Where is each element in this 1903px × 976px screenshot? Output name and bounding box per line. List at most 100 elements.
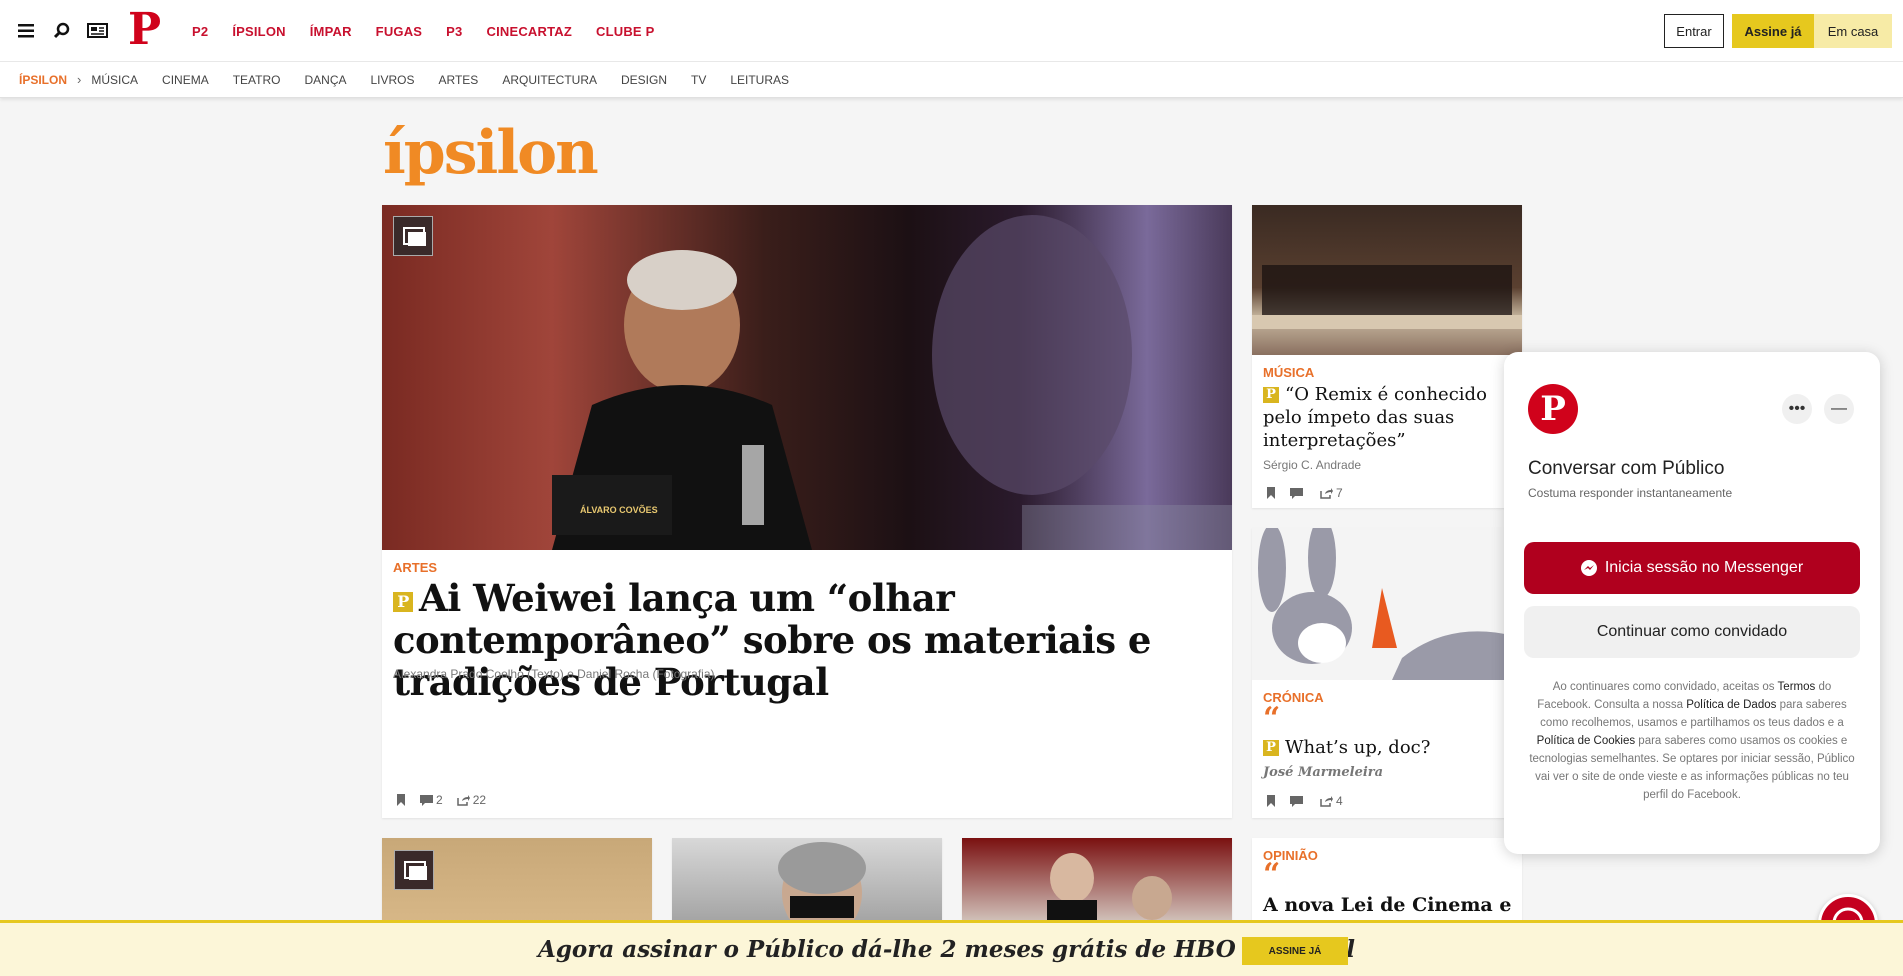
section-leituras[interactable]: LEITURAS (730, 73, 789, 87)
side-article-headline[interactable]: P What’s up, doc? (1263, 736, 1513, 759)
bottom-article-card[interactable] (672, 838, 942, 928)
section-arquitectura[interactable]: ARQUITECTURA (502, 73, 597, 87)
messenger-icon (1580, 560, 1597, 576)
orchestra-image[interactable] (1252, 205, 1522, 355)
shares[interactable]: 22 (456, 793, 487, 807)
image-caption: ÁLVARO COVÕES (580, 505, 658, 515)
section-musica[interactable]: MÚSICA (91, 73, 138, 87)
section-design[interactable]: DESIGN (621, 73, 667, 87)
ipsilon-logo[interactable]: ípsilon (383, 118, 599, 188)
share-icon (456, 795, 470, 806)
guest-continue-button[interactable]: Continuar como convidado (1524, 606, 1860, 658)
share-icon (1320, 796, 1333, 807)
premium-badge: P (393, 591, 413, 612)
main-article-image[interactable]: ÁLVARO COVÕES (382, 205, 1232, 550)
promo-text: Agora assinar o Público dá-lhe 2 meses g… (538, 936, 1355, 963)
bookmark-icon[interactable] (396, 794, 406, 806)
side-article-card[interactable]: OPINIÃO “ A nova Lei de Cinema e o (1252, 838, 1522, 939)
messenger-chat-panel: P ••• — Conversar com Público Costuma re… (1504, 352, 1880, 854)
comments[interactable] (1290, 487, 1306, 499)
nav-ipsilon[interactable]: ÍPSILON (232, 24, 285, 39)
side-article-title[interactable]: What’s up, doc? (1285, 737, 1430, 758)
section-nav: ÍPSILON › MÚSICA CINEMA TEATRO DANÇA LIV… (0, 62, 1903, 98)
nav-p2[interactable]: P2 (192, 24, 208, 39)
comments[interactable]: 2 (420, 793, 443, 807)
nav-impar[interactable]: ÍMPAR (310, 24, 352, 39)
chat-subtitle: Costuma responder instantaneamente (1528, 486, 1733, 500)
portrait-photo (778, 842, 866, 928)
chevron-right-icon: › (77, 72, 82, 87)
chat-legal-text: Ao continuares como convidado, aceitas o… (1528, 678, 1856, 804)
comment-icon (420, 794, 433, 806)
publico-logo[interactable]: P (128, 4, 161, 56)
nav-clube-p[interactable]: CLUBE P (596, 24, 654, 39)
search-icon[interactable] (53, 22, 70, 39)
article-category[interactable]: MÚSICA (1263, 365, 1314, 380)
menu-icon[interactable] (18, 24, 34, 38)
publico-chat-avatar: P (1528, 384, 1578, 434)
premium-badge: P (1263, 740, 1279, 756)
nav-p3[interactable]: P3 (446, 24, 462, 39)
bugs-bunny-illustration (1258, 528, 1522, 680)
messenger-login-button[interactable]: Inicia sessão no Messenger (1524, 542, 1860, 594)
article-actions: 4 (1266, 794, 1343, 808)
gallery-icon (393, 216, 433, 256)
breadcrumb-ipsilon[interactable]: ÍPSILON (19, 73, 67, 87)
data-policy-link[interactable]: Política de Dados (1686, 699, 1776, 711)
share-count: 22 (472, 793, 487, 807)
subscribe-button[interactable]: Assine já (1732, 14, 1814, 48)
em-casa-button[interactable]: Em casa (1814, 14, 1892, 48)
side-article-card[interactable]: CRÓNICA “ P What’s up, doc? José Marmelei… (1252, 528, 1522, 818)
nav-fugas[interactable]: FUGAS (376, 24, 423, 39)
section-teatro[interactable]: TEATRO (233, 73, 281, 87)
comment-icon (1290, 487, 1303, 499)
more-options-icon[interactable]: ••• (1782, 394, 1812, 424)
quote-icon: “ (1263, 701, 1281, 736)
article-author[interactable]: Sérgio C. Andrade (1263, 458, 1361, 472)
quote-icon: “ (1263, 857, 1281, 892)
article-author[interactable]: Alexandra Prado Coelho (Texto) e Daniel … (393, 667, 715, 681)
terms-link[interactable]: Termos (1778, 681, 1816, 693)
bottom-article-card[interactable] (382, 838, 652, 928)
bookmark-icon[interactable] (1266, 487, 1276, 499)
comment-count: 2 (436, 793, 443, 807)
side-article-title[interactable]: “O Remix é conhecido pelo ímpeto das sua… (1263, 384, 1487, 451)
main-article-card[interactable]: ÁLVARO COVÕES ARTES P Ai Weiwei lança um … (382, 205, 1232, 818)
cartoon-image[interactable] (1252, 528, 1522, 680)
section-artes[interactable]: ARTES (439, 73, 479, 87)
orchestra-photo (1252, 265, 1522, 329)
comments[interactable] (1290, 795, 1306, 807)
section-danca[interactable]: DANÇA (304, 73, 346, 87)
section-cinema[interactable]: CINEMA (162, 73, 209, 87)
top-nav: P2 ÍPSILON ÍMPAR FUGAS P3 CINECARTAZ CLU… (192, 0, 654, 62)
nav-cinecartaz[interactable]: CINECARTAZ (486, 24, 572, 39)
comment-icon (1290, 795, 1303, 807)
main-article-title[interactable]: Ai Weiwei lança um “olhar contemporâneo”… (393, 576, 1151, 704)
article-category[interactable]: ARTES (393, 560, 437, 575)
ceremony-photo (1047, 853, 1172, 928)
newspaper-icon[interactable] (87, 23, 108, 38)
bottom-article-card[interactable] (962, 838, 1232, 928)
article-actions: 7 (1266, 486, 1343, 500)
cookie-policy-link[interactable]: Política de Cookies (1537, 735, 1635, 747)
shares[interactable]: 7 (1320, 486, 1343, 500)
premium-badge: P (1263, 387, 1279, 403)
shares[interactable]: 4 (1320, 794, 1343, 808)
legal-text: Ao continuares como convidado, aceitas o… (1552, 681, 1778, 693)
section-tv[interactable]: TV (691, 73, 706, 87)
article-author[interactable]: José Marmeleira (1263, 765, 1383, 780)
subscription-promo-bar: Agora assinar o Público dá-lhe 2 meses g… (0, 920, 1903, 976)
share-count: 7 (1336, 486, 1343, 500)
promo-subscribe-button[interactable]: ASSINE JÁ (1242, 937, 1348, 965)
messenger-login-label: Inicia sessão no Messenger (1604, 559, 1804, 576)
top-bar: P P2 ÍPSILON ÍMPAR FUGAS P3 CINECARTAZ C… (0, 0, 1903, 62)
share-icon (1320, 488, 1333, 499)
login-button[interactable]: Entrar (1664, 14, 1724, 48)
main-article-headline[interactable]: P Ai Weiwei lança um “olhar contemporâneo… (393, 577, 1213, 703)
minimize-icon[interactable]: — (1824, 394, 1854, 424)
section-livros[interactable]: LIVROS (371, 73, 415, 87)
article-actions: 2 22 (396, 793, 486, 807)
side-article-headline[interactable]: P “O Remix é conhecido pelo ímpeto das su… (1263, 383, 1513, 452)
side-article-card[interactable]: MÚSICA P “O Remix é conhecido pelo ímpeto… (1252, 205, 1522, 508)
bookmark-icon[interactable] (1266, 795, 1276, 807)
